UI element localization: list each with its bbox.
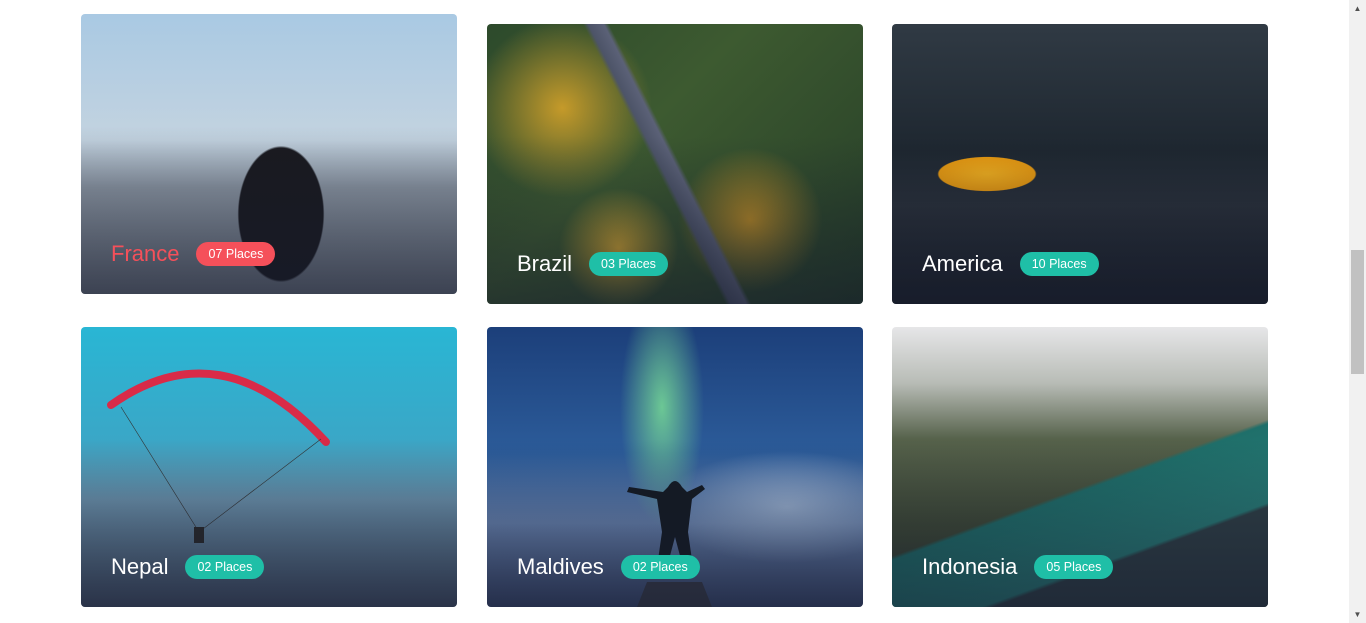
- destination-card-indonesia[interactable]: Indonesia 05 Places: [892, 327, 1268, 607]
- photo-overlay: [487, 439, 863, 607]
- triangle-down-icon[interactable]: ▼: [1349, 606, 1366, 623]
- destination-name[interactable]: Nepal: [111, 554, 168, 580]
- card-caption: France 07 Places: [111, 241, 276, 267]
- places-count-badge: 05 Places: [1034, 555, 1114, 579]
- scrollbar-thumb[interactable]: [1351, 250, 1364, 374]
- page: France 07 Places Brazil 03 Places Americ…: [0, 0, 1366, 623]
- vertical-scrollbar[interactable]: ▲ ▼: [1349, 0, 1366, 623]
- places-count-badge: 10 Places: [1019, 252, 1099, 276]
- destination-name[interactable]: Indonesia: [922, 554, 1017, 580]
- photo-overlay: [81, 439, 457, 607]
- places-count-badge: 07 Places: [196, 242, 276, 266]
- places-count-badge: 02 Places: [185, 555, 265, 579]
- triangle-up-icon[interactable]: ▲: [1349, 0, 1366, 17]
- destination-card-nepal[interactable]: Nepal 02 Places: [81, 327, 457, 607]
- card-caption: Nepal 02 Places: [111, 554, 265, 580]
- destination-name[interactable]: America: [922, 251, 1003, 277]
- places-count-badge: 03 Places: [589, 252, 668, 276]
- photo-overlay: [892, 136, 1268, 304]
- destination-name[interactable]: Brazil: [517, 251, 572, 277]
- photo-overlay: [892, 439, 1268, 607]
- places-count-badge: 02 Places: [620, 555, 700, 579]
- card-caption: America 10 Places: [922, 251, 1099, 277]
- card-caption: Brazil 03 Places: [517, 251, 668, 277]
- destination-name[interactable]: Maldives: [517, 554, 604, 580]
- card-caption: Indonesia 05 Places: [922, 554, 1114, 580]
- photo-overlay: [487, 136, 863, 304]
- destination-card-france[interactable]: France 07 Places: [81, 14, 457, 294]
- destination-name[interactable]: France: [111, 241, 179, 267]
- destination-card-america[interactable]: America 10 Places: [892, 24, 1268, 304]
- destination-card-brazil[interactable]: Brazil 03 Places: [487, 24, 863, 304]
- destination-card-maldives[interactable]: Maldives 02 Places: [487, 327, 863, 607]
- photo-overlay: [81, 126, 457, 294]
- card-caption: Maldives 02 Places: [517, 554, 700, 580]
